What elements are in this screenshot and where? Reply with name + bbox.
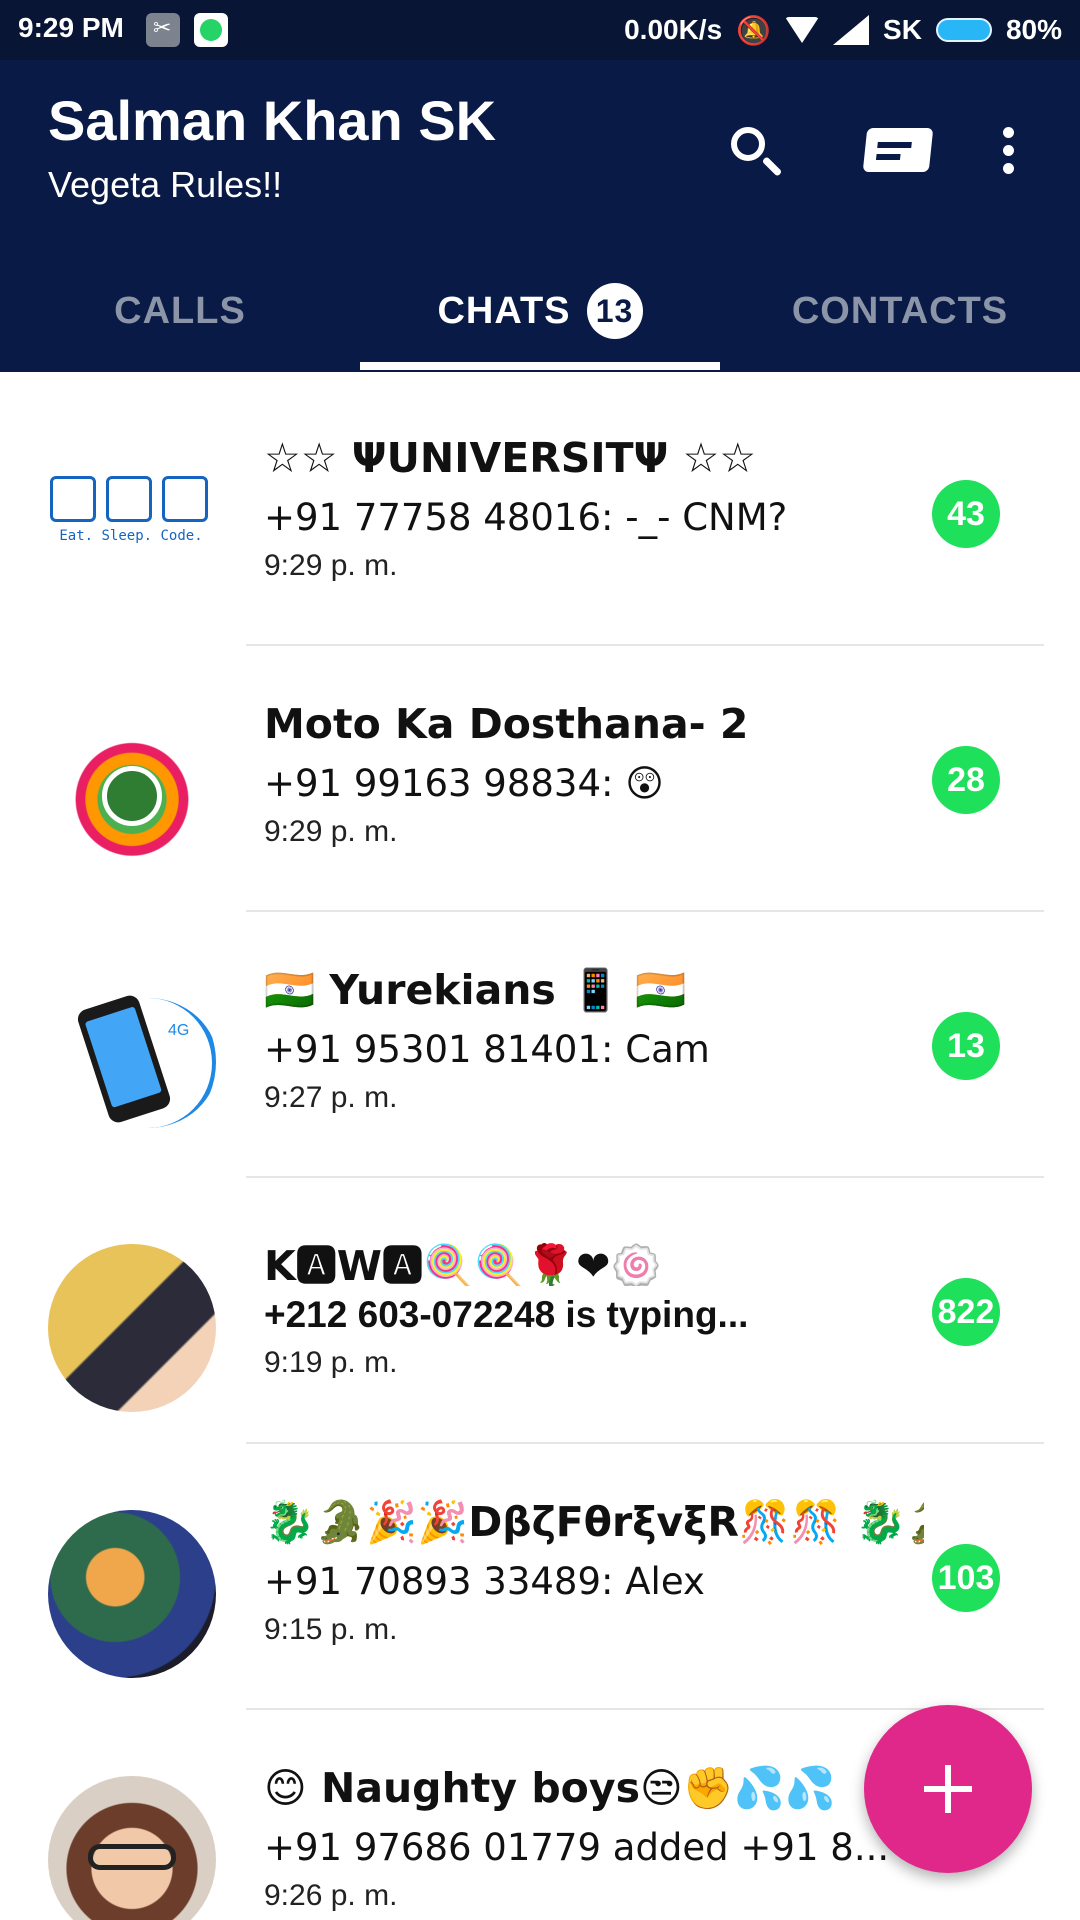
chat-name: K🅰W🅰🍭🍭🌹❤🍥	[264, 1242, 662, 1286]
more-options-icon	[1002, 126, 1014, 174]
new-message-button[interactable]	[862, 114, 934, 186]
tab-chats[interactable]: CHATS 13	[360, 250, 720, 372]
chat-preview: +91 70893 33489: Alex	[264, 1560, 705, 1603]
status-time: 9:29 PM	[18, 12, 124, 43]
chat-name: Moto Ka Dosthana- 2	[264, 700, 749, 748]
chat-body: 🇮🇳 Yurekians 📱 🇮🇳 +91 95301 81401: Cam 9…	[264, 966, 924, 1115]
chat-preview: +91 97686 01779 added +91 8...	[264, 1826, 890, 1869]
chat-time: 9:26 p. m.	[264, 1879, 398, 1912]
chat-body: Moto Ka Dosthana- 2 +91 99163 98834: 😲 9…	[264, 700, 924, 849]
avatar-caption: Eat. Sleep. Code.	[59, 528, 203, 544]
chat-name: ☆☆ ΨUNIVERSITΨ ☆☆	[264, 434, 757, 482]
net-speed: 0.00K/s	[624, 14, 723, 45]
avatar[interactable]: 4G	[48, 978, 216, 1146]
chat-list-item[interactable]: Moto Ka Dosthana- 2 +91 99163 98834: 😲 9…	[0, 646, 1080, 912]
chat-name: 😊 Naughty boys😒✊💦💦	[264, 1764, 836, 1812]
whatsapp-icon	[194, 13, 228, 47]
app-bar: Salman Khan SK Vegeta Rules!! CALLS CHAT…	[0, 60, 1080, 372]
add-icon	[924, 1765, 972, 1813]
unread-badge: 28	[932, 746, 1000, 814]
tab-calls[interactable]: CALLS	[0, 250, 360, 372]
chat-preview: +91 77758 48016: -_- CNM?	[264, 496, 788, 539]
unread-badge: 822	[932, 1278, 1000, 1346]
carrier-label: SK	[883, 14, 922, 45]
avatar[interactable]	[48, 1244, 216, 1412]
tab-chats-label: CHATS	[437, 289, 571, 332]
chat-name: 🐉🐊🎉🎉DβζFθrξvξR🎊🎊 🐉🐊	[264, 1498, 924, 1546]
mute-icon: 🔕	[736, 14, 772, 46]
battery-icon	[935, 18, 992, 42]
glasses-icon	[88, 1844, 176, 1870]
avatar[interactable]	[48, 1510, 216, 1678]
chat-list: Eat. Sleep. Code. ☆☆ ΨUNIVERSITΨ ☆☆ +91 …	[0, 380, 1080, 1920]
wifi-icon	[785, 17, 820, 43]
chat-body: K🅰W🅰🍭🍭🌹❤🍥 +212 603-072248 is typing... 9…	[264, 1232, 924, 1380]
tab-contacts[interactable]: CONTACTS	[720, 250, 1080, 372]
tab-calls-label: CALLS	[114, 289, 246, 332]
chat-body: ☆☆ ΨUNIVERSITΨ ☆☆ +91 77758 48016: -_- C…	[264, 434, 924, 583]
search-button[interactable]	[718, 114, 790, 186]
avatar[interactable]	[48, 1776, 216, 1920]
chat-time: 9:15 p. m.	[264, 1613, 398, 1646]
avatar[interactable]	[48, 712, 216, 880]
chat-body: 🐉🐊🎉🎉DβζFθrξvξR🎊🎊 🐉🐊 +91 70893 33489: Ale…	[264, 1498, 924, 1647]
unread-badge: 43	[932, 480, 1000, 548]
chat-list-item[interactable]: Eat. Sleep. Code. ☆☆ ΨUNIVERSITΨ ☆☆ +91 …	[0, 380, 1080, 646]
chat-time: 9:29 p. m.	[264, 815, 398, 848]
chat-list-item[interactable]: K🅰W🅰🍭🍭🌹❤🍥 +212 603-072248 is typing... 9…	[0, 1178, 1080, 1444]
screenshot-icon	[146, 13, 180, 47]
app-subtitle: Vegeta Rules!!	[48, 164, 283, 205]
more-options-button[interactable]	[972, 114, 1044, 186]
status-right: 0.00K/s 🔕 SK 80%	[624, 12, 1062, 48]
chat-time: 9:27 p. m.	[264, 1081, 398, 1114]
unread-badge: 13	[932, 1012, 1000, 1080]
bed-icon	[106, 476, 152, 522]
chat-preview: +212 603-072248 is typing...	[264, 1294, 749, 1335]
tab-indicator	[360, 362, 720, 370]
avatar-caption: 4G	[168, 1022, 190, 1039]
avatar[interactable]: Eat. Sleep. Code.	[46, 466, 216, 576]
chat-preview: +91 99163 98834: 😲	[264, 762, 664, 805]
chat-list-item[interactable]: 4G 🇮🇳 Yurekians 📱 🇮🇳 +91 95301 81401: Ca…	[0, 912, 1080, 1178]
tab-contacts-label: CONTACTS	[791, 289, 1009, 332]
new-message-icon	[862, 128, 934, 172]
battery-percent: 80%	[1005, 14, 1062, 45]
chat-name: 🇮🇳 Yurekians 📱 🇮🇳	[264, 966, 687, 1014]
search-icon	[731, 127, 765, 161]
chats-count-badge: 13	[586, 283, 643, 339]
tab-bar: CALLS CHATS 13 CONTACTS	[0, 250, 1080, 372]
app-title: Salman Khan SK	[48, 89, 497, 152]
unread-badge: 103	[932, 1544, 1000, 1612]
chat-time: 9:29 p. m.	[264, 549, 398, 582]
chat-preview: +91 95301 81401: Cam	[264, 1028, 710, 1071]
status-bar: 9:29 PM 0.00K/s 🔕 SK 80%	[0, 0, 1080, 60]
chat-time: 9:19 p. m.	[264, 1346, 398, 1379]
new-chat-fab[interactable]	[864, 1705, 1032, 1873]
motorola-logo-icon	[102, 766, 162, 826]
chat-list-item[interactable]: 🐉🐊🎉🎉DβζFθrξvξR🎊🎊 🐉🐊 +91 70893 33489: Ale…	[0, 1444, 1080, 1710]
chat-body: 😊 Naughty boys😒✊💦💦 +91 97686 01779 added…	[264, 1764, 924, 1913]
restaurant-icon	[50, 476, 96, 522]
signal-icon	[833, 15, 870, 45]
code-icon	[162, 476, 208, 522]
